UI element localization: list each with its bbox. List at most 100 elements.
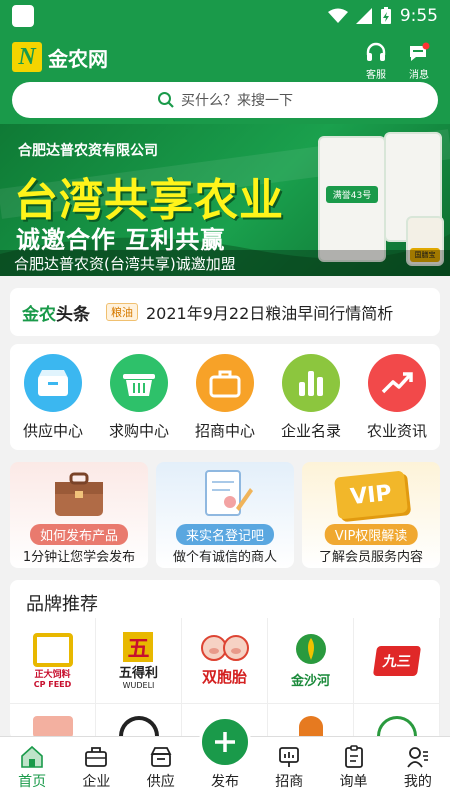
headline-ticker[interactable]: 金农头条 粮油 2021年9月22日粮油早间行情简析 (10, 288, 440, 336)
plus-icon (215, 732, 235, 752)
profile-icon (407, 747, 428, 768)
brand-cell[interactable] (96, 704, 182, 740)
headline-brand-main: 金农 (22, 304, 56, 325)
pig-mascot-icon (200, 635, 249, 661)
promo-pill: 如何发布产品 (29, 524, 129, 545)
search-placeholder: 买什么？来搜一下 (181, 93, 293, 109)
message-icon (410, 42, 430, 61)
headline-brand-accent: 头条 (56, 304, 90, 325)
brand-logo-partial (298, 715, 323, 738)
tab-label: 首页 (18, 774, 47, 790)
tab-label: 供应 (146, 774, 175, 790)
battery-icon (380, 7, 391, 24)
customer-service-button[interactable]: 客服 (358, 42, 394, 81)
brand-cell-jinshahe[interactable]: 金沙河 (268, 618, 354, 704)
search-icon (158, 92, 174, 108)
tab-company[interactable]: 企业 (64, 737, 128, 800)
promo-banner[interactable]: 合肥达普农资有限公司 台湾共享农业 诚邀合作 互利共赢 满誉43号 国膳宝 合肥… (0, 124, 450, 276)
brand-sub: CP FEED (33, 679, 72, 689)
wifi-icon (327, 8, 348, 23)
brand-logo-partial (376, 715, 417, 738)
tab-profile[interactable]: 我的 (386, 737, 450, 800)
brand-logo-partial (32, 715, 73, 738)
search-bar[interactable]: 买什么？来搜一下 (12, 82, 438, 118)
category-news[interactable]: 农业资讯 (357, 354, 437, 450)
company-icon (85, 747, 108, 767)
inquiry-icon (344, 745, 363, 768)
home-icon (21, 745, 43, 768)
category-supply[interactable]: 供应中心 (13, 354, 93, 450)
promo-pill: VIP权限解读 (324, 524, 418, 545)
messages-button[interactable]: 消息 (401, 42, 437, 81)
category-purchase[interactable]: 求购中心 (99, 354, 179, 450)
banner-company: 合肥达普农资有限公司 (18, 143, 158, 159)
promo-subtitle: 1分钟让您学会发布 (22, 550, 136, 565)
tab-label: 企业 (82, 774, 111, 790)
tab-label: 招商 (275, 774, 304, 790)
brand-logo-cp: 正大饲料 CP FEED (31, 632, 75, 689)
brand-name: 正大饲料 (34, 669, 71, 680)
category-directory[interactable]: 企业名录 (271, 354, 351, 450)
banner-title: 台湾共享农业 (14, 175, 284, 226)
promo-real-name[interactable]: 来实名登记吧 做个有诚信的商人 (156, 462, 294, 568)
tab-label: 发布 (210, 774, 239, 790)
promo-how-to-publish[interactable]: 如何发布产品 1分钟让您学会发布 (10, 462, 148, 568)
brand-sub: WUDELI (122, 680, 155, 690)
category-label: 农业资讯 (366, 422, 427, 440)
app-name: 金农网 (48, 46, 108, 71)
tab-label: 询单 (339, 774, 368, 790)
tab-home[interactable]: 首页 (0, 737, 64, 800)
signal-icon (355, 8, 372, 24)
wheat-logo-icon (295, 634, 326, 664)
brand-logo-jiusan: 九三 (372, 645, 421, 676)
headline-brand: 金农头条 (22, 300, 90, 325)
wudeli-logo-icon: 五 (123, 631, 154, 662)
category-label: 供应中心 (22, 422, 83, 440)
category-label: 企业名录 (280, 422, 341, 440)
headline-text[interactable]: 2021年9月22日粮油早间行情简析 (146, 300, 393, 324)
bar-chart-icon (282, 354, 340, 412)
headset-icon (366, 42, 386, 61)
tab-invest[interactable]: 招商 (257, 737, 321, 800)
brand-name: 五得利 (118, 665, 158, 681)
logo-mark: N (12, 42, 42, 72)
trend-icon (368, 354, 426, 412)
promo-vip[interactable]: VIP VIP权限解读 了解会员服务内容 (302, 462, 440, 568)
headline-tag: 粮油 (106, 303, 138, 321)
tab-supply[interactable]: 供应 (129, 737, 193, 800)
brand-cell[interactable] (354, 704, 440, 740)
promo-pill: 来实名登记吧 (175, 524, 275, 545)
category-label: 求购中心 (108, 422, 169, 440)
brand-name: 金沙河 (290, 674, 330, 689)
customer-service-label: 客服 (366, 70, 386, 81)
tab-inquiry[interactable]: 询单 (321, 737, 385, 800)
cp-logo-icon (32, 632, 73, 667)
notification-icon (12, 5, 34, 27)
publish-button[interactable] (199, 716, 251, 768)
brand-cell[interactable] (268, 704, 354, 740)
status-time: 9:55 (399, 6, 438, 26)
brand-cell[interactable] (10, 704, 96, 740)
brand-cell-jiusan[interactable]: 九三 (354, 618, 440, 704)
promo-subtitle: 做个有诚信的商人 (172, 550, 277, 565)
brand-cell-wudeli[interactable]: 五 五得利 WUDELI (96, 618, 182, 704)
product-bag-image: 满誉43号 (318, 136, 386, 262)
category-investment[interactable]: 招商中心 (185, 354, 265, 450)
banner-caption: 合肥达普农资(台湾共享)诚邀加盟 (0, 250, 450, 276)
section-title: 品牌推荐 (26, 594, 98, 615)
category-menu: 供应中心 求购中心 招商中心 企业名录 农业资讯 (10, 344, 440, 450)
invest-icon (279, 747, 300, 767)
brand-name: 双胞胎 (201, 668, 247, 686)
promo-subtitle: 了解会员服务内容 (318, 550, 423, 565)
messages-label: 消息 (409, 70, 429, 81)
brand-cell-twins[interactable]: 双胞胎 (182, 618, 268, 704)
app-header: N 金农网 客服 消息 买什么？来搜一下 (0, 32, 450, 124)
supply-tab-icon (150, 747, 172, 767)
brand-logo-wudeli: 五 五得利 WUDELI (118, 631, 158, 690)
briefcase-illustration-icon (55, 472, 103, 516)
brand-cell-cp[interactable]: 正大饲料 CP FEED (10, 618, 96, 704)
brand-logo-twins: 双胞胎 (200, 634, 250, 687)
status-bar: 9:55 (0, 0, 450, 32)
tab-label: 我的 (403, 774, 432, 790)
basket-icon (110, 354, 168, 412)
